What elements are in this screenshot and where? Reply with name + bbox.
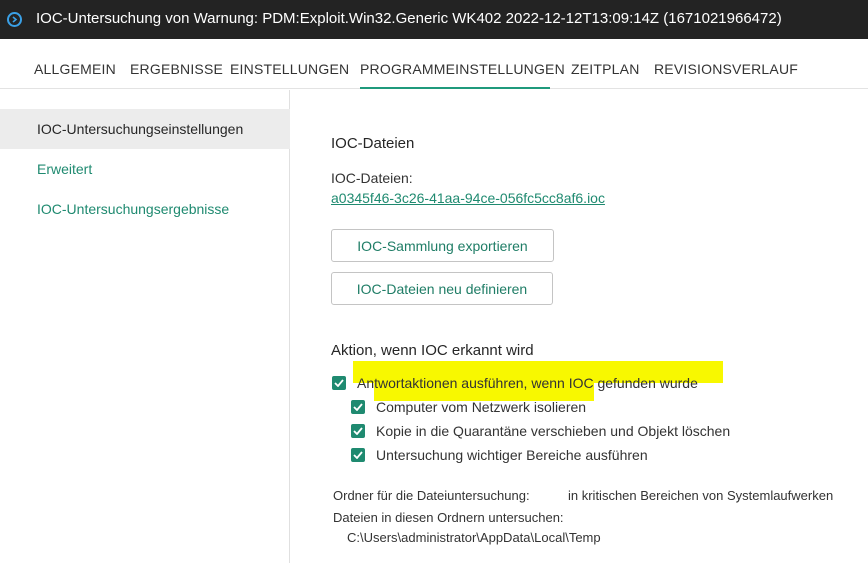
scan-folder-value: in kritischen Bereichen von Systemlaufwe… <box>568 488 834 503</box>
info-circle-icon[interactable] <box>7 12 22 27</box>
main-content: IOC-Dateien IOC-Dateien: a0345f46-3c26-4… <box>291 90 868 563</box>
ioc-files-heading: IOC-Dateien <box>331 135 415 152</box>
export-ioc-collection-button[interactable]: IOC-Sammlung exportieren <box>331 229 554 262</box>
tab-ergebnisse[interactable]: ERGEBNISSE <box>130 61 223 77</box>
tab-bar: ALLGEMEIN ERGEBNISSE EINSTELLUNGEN PROGR… <box>0 39 868 89</box>
ioc-file-link[interactable]: a0345f46-3c26-41aa-94ce-056fc5cc8af6.ioc <box>331 190 605 206</box>
tab-einstellungen[interactable]: EINSTELLUNGEN <box>230 61 349 77</box>
scan-folder-path: C:\Users\administrator\AppData\Local\Tem… <box>347 530 601 545</box>
active-tab-indicator <box>360 87 550 89</box>
checkbox-label: Kopie in die Quarantäne verschieben und … <box>376 423 731 439</box>
scan-folders-label: Dateien in diesen Ordnern untersuchen: <box>333 510 564 525</box>
checkbox-label: Untersuchung wichtiger Bereiche ausführe… <box>376 447 648 463</box>
sidebar-item-ioc-untersuchungseinstellungen[interactable]: IOC-Untersuchungseinstellungen <box>0 109 290 149</box>
tab-zeitplan[interactable]: ZEITPLAN <box>571 61 640 77</box>
checkbox-isolate-computer[interactable]: Computer vom Netzwerk isolieren <box>351 397 586 417</box>
checkbox-checked-icon[interactable] <box>351 448 365 462</box>
tab-allgemein[interactable]: ALLGEMEIN <box>34 61 116 77</box>
checkbox-checked-icon[interactable] <box>351 424 365 438</box>
checkbox-checked-icon[interactable] <box>351 400 365 414</box>
tab-programmeinstellungen[interactable]: PROGRAMMEINSTELLUNGEN <box>360 61 565 77</box>
checkbox-label: Computer vom Netzwerk isolieren <box>376 399 587 415</box>
sidebar-item-erweitert[interactable]: Erweitert <box>0 149 290 189</box>
checkbox-run-response-actions[interactable]: Antwortaktionen ausführen, wenn IOC gefu… <box>332 373 698 393</box>
action-heading: Aktion, wenn IOC erkannt wird <box>331 342 534 359</box>
redefine-ioc-files-button[interactable]: IOC-Dateien neu definieren <box>331 272 553 305</box>
window-title: IOC-Untersuchung von Warnung: PDM:Exploi… <box>36 10 782 27</box>
checkbox-checked-icon[interactable] <box>332 376 346 390</box>
sidebar: IOC-Untersuchungseinstellungen Erweitert… <box>0 90 290 563</box>
checkbox-scan-critical-areas[interactable]: Untersuchung wichtiger Bereiche ausführe… <box>351 445 648 465</box>
scan-folder-label: Ordner für die Dateiuntersuchung: <box>333 488 530 503</box>
sidebar-item-ioc-untersuchungsergebnisse[interactable]: IOC-Untersuchungsergebnisse <box>0 189 290 229</box>
checkbox-quarantine-and-delete[interactable]: Kopie in die Quarantäne verschieben und … <box>351 421 730 441</box>
title-bar: IOC-Untersuchung von Warnung: PDM:Exploi… <box>0 0 868 39</box>
checkbox-label: Antwortaktionen ausführen, wenn IOC gefu… <box>357 375 698 391</box>
tab-revisionsverlauf[interactable]: REVISIONSVERLAUF <box>654 61 798 77</box>
ioc-files-label: IOC-Dateien: <box>331 170 413 186</box>
